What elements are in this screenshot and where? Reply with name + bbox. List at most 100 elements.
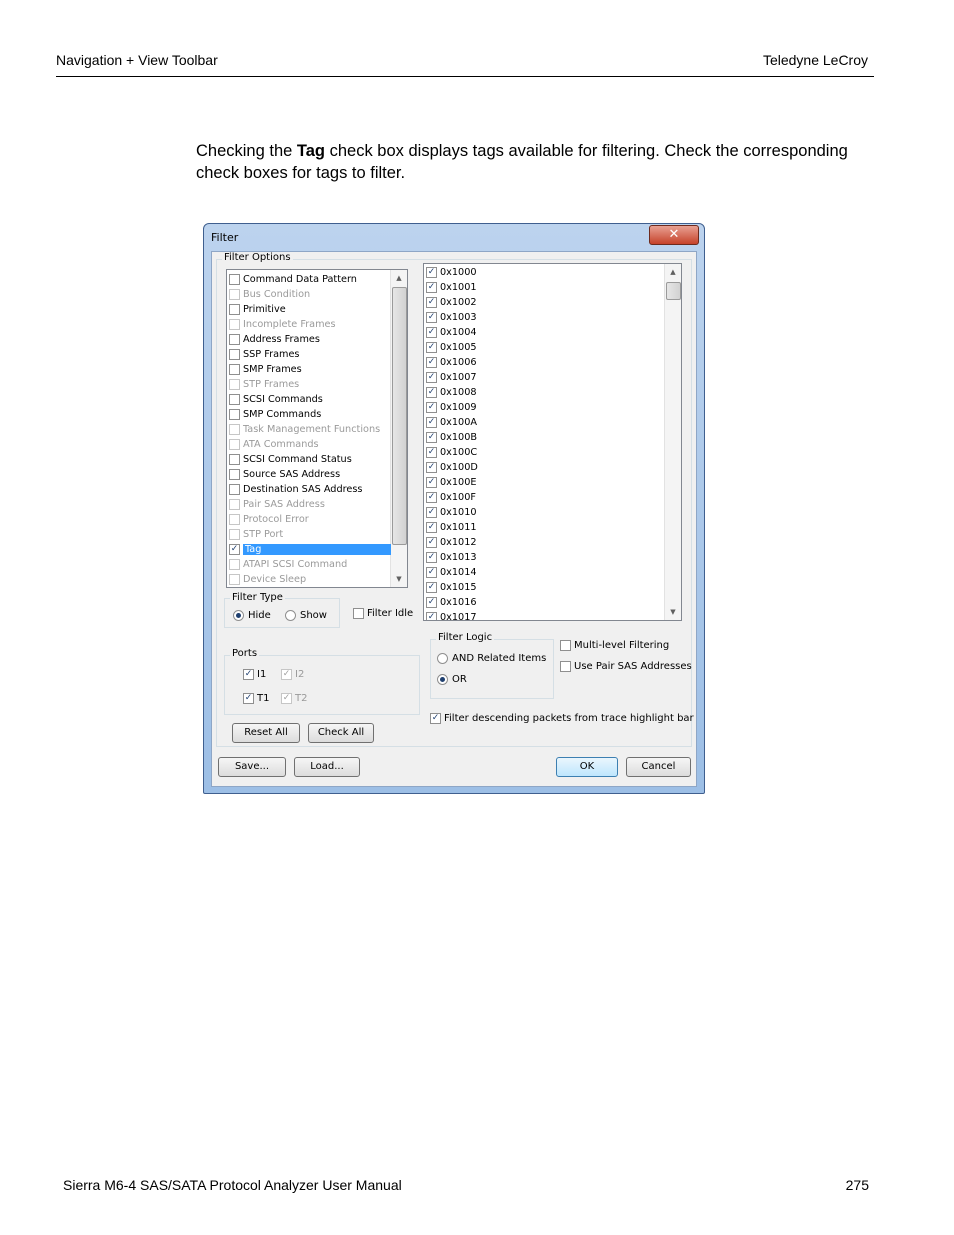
close-button[interactable]: ✕ <box>649 225 699 245</box>
tag-item[interactable]: ✓ 0x1005 <box>426 340 477 354</box>
tag-item[interactable]: ✓ 0x1007 <box>426 370 477 384</box>
reset-all-button[interactable]: Reset All <box>232 723 300 743</box>
checkbox-box[interactable] <box>229 273 240 285</box>
checkbox-box[interactable]: ✓ <box>426 401 437 413</box>
filter-idle-checkbox[interactable]: Filter Idle <box>353 608 413 619</box>
port-t1-checkbox[interactable]: ✓ T1 <box>243 693 269 704</box>
tag-item[interactable]: ✓ 0x1013 <box>426 550 477 564</box>
checkbox-box[interactable] <box>229 318 240 330</box>
filter-option-item[interactable]: ATAPI SCSI Command <box>229 557 347 571</box>
checkbox-box[interactable] <box>229 558 240 570</box>
tag-item[interactable]: ✓ 0x100E <box>426 475 477 489</box>
tag-item[interactable]: ✓ 0x1006 <box>426 355 477 369</box>
checkbox-box[interactable]: ✓ <box>243 693 254 704</box>
checkbox-box[interactable] <box>229 378 240 390</box>
scroll-down-icon[interactable]: ▼ <box>391 571 407 587</box>
tag-item[interactable]: ✓ 0x1008 <box>426 385 477 399</box>
radio-circle[interactable] <box>437 674 448 685</box>
checkbox-box[interactable] <box>229 468 240 480</box>
checkbox-box[interactable] <box>229 288 240 300</box>
checkbox-box[interactable] <box>560 640 571 651</box>
tag-item[interactable]: ✓ 0x1010 <box>426 505 477 519</box>
filter-logic-and-radio[interactable]: AND Related Items <box>437 653 546 664</box>
checkbox-box[interactable] <box>229 483 240 495</box>
tag-item[interactable]: ✓ 0x1002 <box>426 295 477 309</box>
load-button[interactable]: Load... <box>294 757 360 777</box>
filter-option-item[interactable]: Destination SAS Address <box>229 482 362 496</box>
tag-item[interactable]: ✓ 0x1000 <box>426 265 477 279</box>
checkbox-box[interactable]: ✓ <box>426 611 437 620</box>
filter-option-item[interactable]: SMP Commands <box>229 407 321 421</box>
checkbox-box[interactable] <box>229 303 240 315</box>
filter-option-item[interactable]: STP Port <box>229 527 283 541</box>
checkbox-box[interactable]: ✓ <box>426 521 437 533</box>
checkbox-box[interactable] <box>560 661 571 672</box>
scroll-up-icon[interactable]: ▲ <box>391 270 407 286</box>
radio-circle[interactable] <box>285 610 296 621</box>
tag-item[interactable]: ✓ 0x100D <box>426 460 478 474</box>
checkbox-box[interactable] <box>229 348 240 360</box>
filter-options-list[interactable]: ▲ ▼ Command Data Pattern Bus Condition Pri… <box>226 269 408 588</box>
scroll-down-icon[interactable]: ▼ <box>665 604 681 620</box>
save-button[interactable]: Save... <box>218 757 286 777</box>
checkbox-box[interactable]: ✓ <box>426 341 437 353</box>
checkbox-box[interactable]: ✓ <box>426 461 437 473</box>
checkbox-box[interactable]: ✓ <box>426 551 437 563</box>
checkbox-box[interactable]: ✓ <box>426 296 437 308</box>
checkbox-box[interactable]: ✓ <box>281 669 292 680</box>
tag-item[interactable]: ✓ 0x100A <box>426 415 477 429</box>
cancel-button[interactable]: Cancel <box>626 757 691 777</box>
checkbox-box[interactable] <box>229 573 240 585</box>
filter-option-item[interactable]: Address Frames <box>229 332 320 346</box>
radio-circle[interactable] <box>437 653 448 664</box>
tag-item[interactable]: ✓ 0x100B <box>426 430 477 444</box>
checkbox-box[interactable] <box>229 438 240 450</box>
checkbox-box[interactable]: ✓ <box>426 326 437 338</box>
checkbox-box[interactable]: ✓ <box>426 581 437 593</box>
checkbox-box[interactable]: ✓ <box>426 506 437 518</box>
filter-option-item[interactable]: SCSI Command Status <box>229 452 352 466</box>
filter-option-item[interactable]: ATA Commands <box>229 437 319 451</box>
checkbox-box[interactable]: ✓ <box>426 476 437 488</box>
checkbox-box[interactable] <box>229 408 240 420</box>
tag-item[interactable]: ✓ 0x1009 <box>426 400 477 414</box>
tag-item[interactable]: ✓ 0x1017 <box>426 610 477 620</box>
ok-button[interactable]: OK <box>556 757 618 777</box>
checkbox-box[interactable]: ✓ <box>426 596 437 608</box>
checkbox-box[interactable] <box>229 528 240 540</box>
filter-option-item[interactable]: SCSI Commands <box>229 392 323 406</box>
tag-list[interactable]: ▲ ▼ ✓ 0x1000 ✓ 0x1001 ✓ 0x1002 ✓ 0x1003 ✓ 0x1004 ✓… <box>423 263 682 621</box>
tag-item[interactable]: ✓ 0x1004 <box>426 325 477 339</box>
checkbox-box[interactable]: ✓ <box>426 266 437 278</box>
checkbox-box[interactable]: ✓ <box>430 713 441 724</box>
checkbox-box[interactable]: ✓ <box>426 281 437 293</box>
filter-option-item[interactable]: Source SAS Address <box>229 467 340 481</box>
checkbox-box[interactable] <box>229 423 240 435</box>
checkbox-box[interactable]: ✓ <box>426 446 437 458</box>
tag-item[interactable]: ✓ 0x1003 <box>426 310 477 324</box>
checkbox-box[interactable]: ✓ <box>426 371 437 383</box>
checkbox-box[interactable]: ✓ <box>426 416 437 428</box>
filter-option-item[interactable]: Task Management Functions <box>229 422 380 436</box>
filter-option-item[interactable]: Pair SAS Address <box>229 497 325 511</box>
use-pair-sas-checkbox[interactable]: Use Pair SAS Addresses <box>560 661 692 672</box>
filter-option-item[interactable]: SMP Frames <box>229 362 302 376</box>
checkbox-box[interactable] <box>229 363 240 375</box>
checkbox-box[interactable] <box>229 513 240 525</box>
checkbox-box[interactable] <box>229 453 240 465</box>
filter-option-item[interactable]: Command Data Pattern <box>229 272 357 286</box>
filter-option-item[interactable]: Incomplete Frames <box>229 317 336 331</box>
checkbox-box[interactable] <box>229 498 240 510</box>
checkbox-box[interactable]: ✓ <box>281 693 292 704</box>
checkbox-box[interactable]: ✓ <box>426 566 437 578</box>
tag-item[interactable]: ✓ 0x100C <box>426 445 477 459</box>
tag-item[interactable]: ✓ 0x1016 <box>426 595 477 609</box>
checkbox-box[interactable]: ✓ <box>426 536 437 548</box>
checkbox-box[interactable]: ✓ <box>426 386 437 398</box>
scroll-thumb[interactable] <box>392 287 407 545</box>
check-all-button[interactable]: Check All <box>308 723 374 743</box>
checkbox-box[interactable]: ✓ <box>426 311 437 323</box>
filter-option-item[interactable]: ✓ Tag <box>229 542 391 556</box>
checkbox-box[interactable]: ✓ <box>426 491 437 503</box>
filter-type-hide-radio[interactable]: Hide <box>233 610 271 621</box>
